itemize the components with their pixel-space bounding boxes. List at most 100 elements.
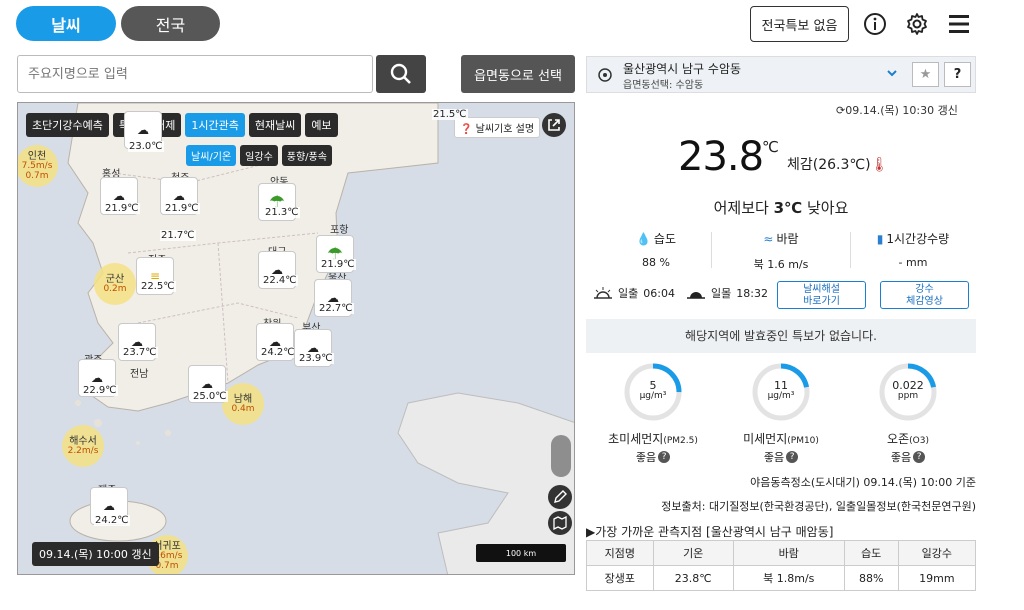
nation-alert-button[interactable]: 전국특보 없음 [750,6,849,42]
cloud-icon: ☁ [137,123,149,137]
map-type-button[interactable] [548,511,572,535]
feels-like-text: 체감(26.3℃) [787,157,871,173]
gear-icon[interactable] [904,11,930,37]
table-header: 일강수 [897,540,977,566]
info-icon[interactable] [862,11,888,37]
pm25-grade[interactable]: 좋음? [598,449,708,465]
tab-nation[interactable]: 전국 [121,6,220,41]
pm10-number: 11 [774,379,788,392]
map-tab-active[interactable]: 1시간관측 [185,113,245,137]
station-temp: 25.0℃ [192,391,228,402]
location-bar[interactable]: 울산광역시 남구 수암동 읍면동선택: 수암동 ★ ? [586,56,976,93]
select-town-button[interactable]: 읍면동으로 선택 [461,55,575,93]
station-temp: 21.9℃ [320,259,356,270]
station-temp: 24.2℃ [94,515,130,526]
video-line1: 강수 [915,284,934,295]
compare-prefix: 어제보다 [713,199,774,217]
map-subtabs: 날씨/기온 일강수 풍향/풍속 [186,145,332,166]
question-icon[interactable]: ? [786,451,799,463]
compare-value: 3℃ [773,199,803,217]
weather-legend-button[interactable]: ❓ 날씨기호 설명 [454,117,541,138]
pm25-number: 5 [649,379,657,392]
question-icon[interactable]: ? [658,451,671,463]
ruler-button[interactable] [548,485,572,509]
nearest-station-table: 지점명 기온 바람 습도 일강수 장생포 23.8℃ 북 1.8m/s 88% … [586,540,977,591]
station-temp: 23.9℃ [298,353,334,364]
cloud-icon: ☁ [201,377,213,391]
zoom-control[interactable] [551,435,571,477]
wind-name: 해수서 [69,435,97,447]
table-cell: 23.8℃ [652,565,734,591]
menu-icon[interactable] [946,11,972,37]
no-warning-banner: 해당지역에 발효중인 특보가 없습니다. [586,319,976,353]
wind-marker[interactable]: 인천 7.5m/s 0.7m [18,145,58,187]
sunrise-time: 06:04 [643,286,675,300]
wind-speed: 2.2m/s [67,445,99,456]
sunset-icon [687,292,705,299]
map-tab[interactable]: 초단기강수예측 [26,113,109,137]
external-link-icon [548,119,560,131]
station-temp: 23.7℃ [122,347,158,358]
pm25-label: 초미세먼지 [608,432,664,446]
station-temp: 22.4℃ [262,275,298,286]
tab-weather[interactable]: 날씨 [16,6,116,41]
search-button[interactable] [376,55,426,93]
humidity-label: 습도 [653,232,677,246]
weather-video-button[interactable]: 강수 체감영상 [880,281,969,309]
question-icon[interactable]: ? [913,451,926,463]
help-label: ? [953,67,962,82]
share-button[interactable] [542,113,566,137]
wind-speed: 0.4m [231,403,255,414]
map-tab[interactable]: 예보 [305,113,338,137]
divider [711,232,712,268]
pm10-grade-text: 좋음 [763,451,785,464]
ozone-value: 0.022 ppm [878,380,938,401]
wind-label: 바람 [776,232,799,246]
pm25-value: 5 μg/m³ [623,380,683,401]
pm25-name: 초미세먼지(PM2.5) [598,430,708,447]
weather-explain-button[interactable]: 날씨해설 바로가기 [777,281,866,309]
station-temp: 24.2℃ [260,347,296,358]
video-line2: 체감영상 [906,296,943,307]
ozone-grade[interactable]: 좋음? [853,449,963,465]
location-name: 울산광역시 남구 수암동 [623,62,742,76]
favorite-button[interactable]: ★ [912,62,939,87]
pm10-grade[interactable]: 좋음? [726,449,836,465]
station-temp: 22.7℃ [318,303,354,314]
wind-marker[interactable]: 해수서 2.2m/s [62,425,104,467]
chevron-down-icon[interactable] [885,66,899,80]
sunrise-label: 일출 [618,287,639,300]
feels-like: 체감(26.3℃)🌡 [787,154,888,174]
map-subtab[interactable]: 풍향/풍속 [281,145,332,166]
wind-marker[interactable]: 군산 0.2m [94,263,136,305]
search-input[interactable] [17,55,373,93]
station-info: 야음동측정소(도시대기) 09.14.(목) 10:00 기준 [750,476,976,489]
map-tabs: 초단기강수예측 특보 어제 1시간관측 현재날씨 예보 [26,113,338,137]
update-text: 09.14.(목) 10:30 갱신 [845,104,958,117]
weather-map[interactable]: 초단기강수예측 특보 어제 1시간관측 현재날씨 예보 날씨/기온 일강수 풍향… [17,102,575,575]
wind-marker[interactable]: 남해 0.4m [222,383,264,425]
map-tab[interactable]: 현재날씨 [248,113,302,137]
cloud-icon: ☁ [113,189,125,203]
update-time[interactable]: ⟳09.14.(목) 10:30 갱신 [836,102,958,118]
table-row: 장생포 23.8℃ 북 1.8m/s 88% 19mm [586,565,977,591]
question-icon: ❓ [460,124,473,135]
star-icon: ★ [919,67,932,82]
city-label: 포항 [330,225,349,236]
pm25-grade-text: 좋음 [635,451,657,464]
wind-extra: 0.7m [155,560,179,571]
station-temp: 21.7℃ [160,230,196,241]
table-header: 바람 [732,540,845,566]
source-info: 정보출처: 대기질정보(한국환경공단), 일출일몰정보(한국천문연구원) [661,500,976,513]
cloud-icon: ☁ [103,499,115,513]
table-cell: 장생포 [586,565,654,591]
wind-name: 인천 [27,150,47,162]
wind-value: 북 1.6 m/s [753,258,809,271]
help-button[interactable]: ? [944,62,971,87]
wind-name: 군산 [105,273,125,285]
map-subtab[interactable]: 일강수 [240,145,278,166]
sunset: 일몰 18:32 [686,285,768,301]
map-subtab-active[interactable]: 날씨/기온 [186,145,237,166]
humidity-stat: 💧 습도 88 % [601,230,711,270]
pm25-code: (PM2.5) [663,436,698,446]
